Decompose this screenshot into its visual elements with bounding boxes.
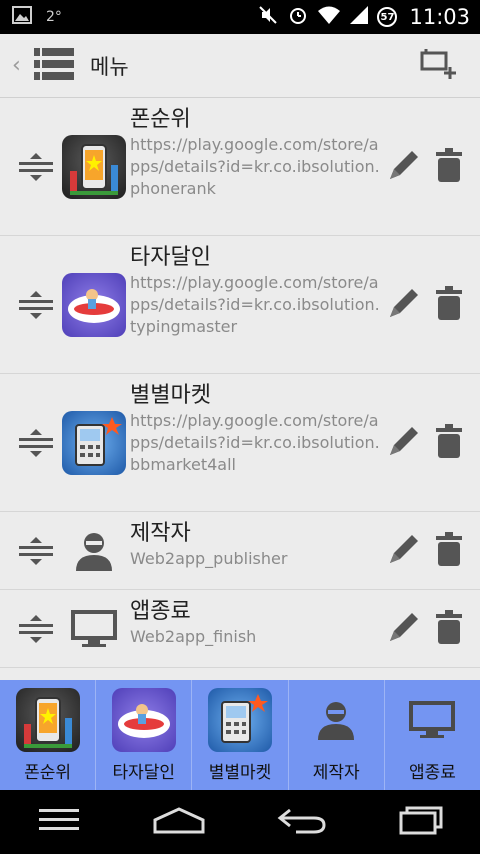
bbmarket-app-icon xyxy=(208,687,272,752)
item-url: https://play.google.com/store/apps/detai… xyxy=(130,411,380,474)
monitor-icon xyxy=(58,590,130,667)
signal-icon xyxy=(349,5,369,29)
item-title: 앱종료 xyxy=(130,599,191,624)
delete-trash-icon[interactable] xyxy=(436,423,462,462)
item-url: Web2app_finish xyxy=(130,627,257,646)
app-list-icon[interactable] xyxy=(34,46,74,86)
item-url: Web2app_publisher xyxy=(130,549,288,568)
person-icon xyxy=(314,688,358,752)
action-bar: ‹ 메뉴 xyxy=(0,34,480,98)
delete-trash-icon[interactable] xyxy=(436,285,462,324)
tab-label: 타자달인 xyxy=(112,762,176,783)
monitor-icon xyxy=(408,688,456,752)
tab-typingmaster[interactable]: 타자달인 xyxy=(96,680,193,790)
edit-pencil-icon[interactable] xyxy=(386,609,422,649)
item-url: https://play.google.com/store/apps/detai… xyxy=(130,273,380,336)
bottom-tab-bar: 폰순위 타자달인 별별마켓 제작자 앱종료 xyxy=(0,680,480,790)
drag-handle-icon[interactable] xyxy=(0,590,58,667)
item-title: 제작자 xyxy=(130,521,191,546)
mute-icon xyxy=(257,4,279,30)
temperature-text: 2° xyxy=(46,9,62,25)
edit-pencil-icon[interactable] xyxy=(386,531,422,571)
list-item[interactable]: 폰순위 https://play.google.com/store/apps/d… xyxy=(0,98,480,236)
add-item-icon[interactable] xyxy=(420,47,458,85)
tab-phonerank[interactable]: 폰순위 xyxy=(0,680,97,790)
tab-label: 앱종료 xyxy=(408,762,456,783)
tab-publisher[interactable]: 제작자 xyxy=(289,680,385,790)
list-item[interactable]: 별별마켓 https://play.google.com/store/apps/… xyxy=(0,374,480,512)
menu-icon[interactable] xyxy=(35,806,83,838)
delete-trash-icon[interactable] xyxy=(436,147,462,186)
edit-pencil-icon[interactable] xyxy=(386,285,422,325)
tab-label: 별별마켓 xyxy=(208,762,272,783)
item-url: https://play.google.com/store/apps/detai… xyxy=(130,135,380,198)
edit-pencil-icon[interactable] xyxy=(386,423,422,463)
system-nav-bar xyxy=(0,790,480,854)
tab-label: 폰순위 xyxy=(24,762,72,783)
tab-finish[interactable]: 앱종료 xyxy=(385,680,480,790)
drag-handle-icon[interactable] xyxy=(0,98,58,235)
battery-badge: 57 xyxy=(377,7,398,27)
delete-trash-icon[interactable] xyxy=(436,609,462,648)
back-chevron-icon[interactable]: ‹ xyxy=(0,53,32,78)
drag-handle-icon[interactable] xyxy=(0,236,58,373)
alarm-icon xyxy=(287,4,309,30)
status-bar: 2° 57 11:03 xyxy=(0,0,480,34)
tab-bbmarket[interactable]: 별별마켓 xyxy=(192,680,289,790)
recent-apps-icon[interactable] xyxy=(397,805,445,839)
typingmaster-app-icon xyxy=(111,687,176,752)
item-title: 폰순위 xyxy=(130,107,191,132)
drag-handle-icon[interactable] xyxy=(0,374,58,511)
bbmarket-app-icon xyxy=(62,410,126,475)
page-title: 메뉴 xyxy=(90,54,129,79)
drag-handle-icon[interactable] xyxy=(0,512,58,589)
delete-trash-icon[interactable] xyxy=(436,531,462,570)
list-item[interactable]: 앱종료 Web2app_finish xyxy=(0,590,480,668)
tab-label: 제작자 xyxy=(312,762,360,783)
item-title: 별별마켓 xyxy=(130,383,211,408)
home-icon[interactable] xyxy=(152,806,206,838)
menu-list: 폰순위 https://play.google.com/store/apps/d… xyxy=(0,98,480,668)
clock-text: 11:03 xyxy=(409,5,470,29)
wifi-icon xyxy=(317,5,341,29)
list-item[interactable]: 제작자 Web2app_publisher xyxy=(0,512,480,590)
phonerank-app-icon xyxy=(62,134,126,199)
item-title: 타자달인 xyxy=(130,245,211,270)
gallery-icon xyxy=(12,6,32,28)
person-icon xyxy=(58,512,130,589)
edit-pencil-icon[interactable] xyxy=(386,147,422,187)
back-icon[interactable] xyxy=(276,806,328,838)
phonerank-app-icon xyxy=(15,687,80,752)
list-item[interactable]: 타자달인 https://play.google.com/store/apps/… xyxy=(0,236,480,374)
typingmaster-app-icon xyxy=(62,272,126,337)
